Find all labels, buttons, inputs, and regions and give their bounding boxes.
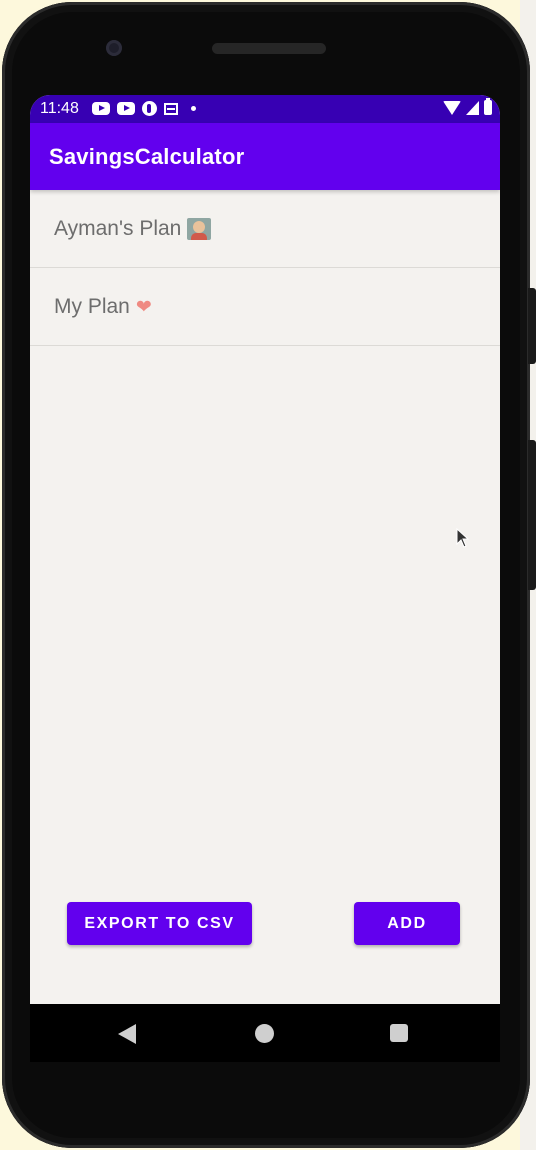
list-item[interactable]: My Plan ❤ (30, 268, 500, 346)
mouse-cursor-icon (456, 528, 470, 548)
list-item[interactable]: Ayman's Plan (30, 190, 500, 268)
speaker-grille (212, 43, 326, 54)
status-time: 11:48 (40, 100, 79, 117)
app-notification-icon (142, 101, 157, 116)
back-icon[interactable] (118, 1024, 136, 1044)
red-heart-emoji-icon: ❤ (135, 295, 152, 318)
plan-label: My Plan (54, 294, 130, 318)
add-button[interactable]: ADD (354, 902, 460, 945)
signal-icon (466, 100, 479, 115)
dot-icon (191, 106, 196, 111)
app-title: SavingsCalculator (49, 144, 245, 169)
home-icon[interactable] (255, 1024, 274, 1043)
export-to-csv-button[interactable]: EXPORT TO CSV (67, 902, 252, 945)
front-camera-icon (106, 40, 122, 56)
teacher-emoji-icon (187, 217, 212, 240)
youtube-icon (117, 102, 135, 115)
notification-icons (92, 101, 196, 116)
system-status-icons (443, 98, 492, 115)
volume-button[interactable] (528, 440, 536, 590)
status-bar: 11:48 (30, 95, 500, 123)
plan-label: Ayman's Plan (54, 216, 182, 240)
plan-list: Ayman's Plan My Plan ❤ (30, 190, 500, 346)
news-icon (164, 102, 178, 115)
youtube-icon (92, 102, 110, 115)
battery-icon (484, 98, 492, 115)
app-screen: 11:48 SavingsCalculator Ayman's Plan My … (30, 95, 500, 1004)
app-bar: SavingsCalculator (30, 123, 500, 190)
power-button[interactable] (528, 288, 536, 364)
recents-icon[interactable] (390, 1024, 408, 1042)
wifi-icon (443, 100, 461, 115)
navigation-bar (30, 1004, 500, 1062)
